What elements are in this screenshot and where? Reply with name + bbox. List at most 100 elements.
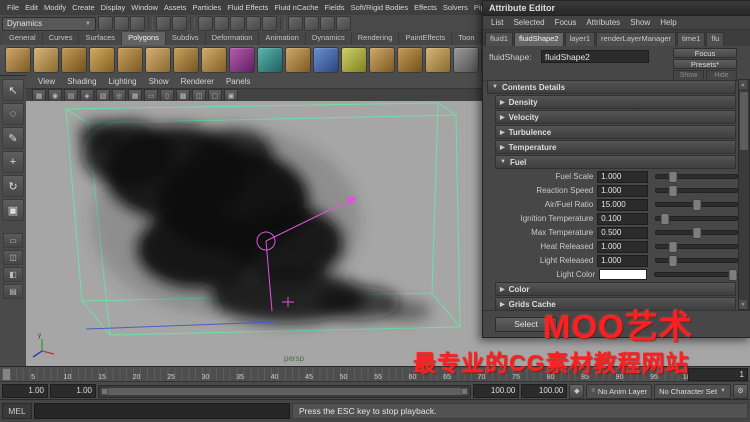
snap-to-view-planes-icon[interactable] <box>246 16 261 31</box>
shelf-item-1-icon[interactable] <box>5 47 31 73</box>
playback-end-field[interactable]: 100.00 <box>473 384 520 398</box>
air-fuel-ratio-slider[interactable] <box>655 199 738 211</box>
animation-end-field[interactable]: 100.00 <box>521 384 568 398</box>
menu-fluid-ncache[interactable]: Fluid nCache <box>271 3 321 12</box>
ae-menu-focus[interactable]: Focus <box>550 18 582 27</box>
viewport-menu-lighting[interactable]: Lighting <box>103 77 143 86</box>
slider-handle[interactable] <box>692 227 702 239</box>
section-grids-cache[interactable]: ▶ Grids Cache <box>495 297 736 310</box>
slider-handle[interactable] <box>668 185 678 197</box>
viewport-menu-panels[interactable]: Panels <box>220 77 256 86</box>
snap-to-points-icon[interactable] <box>230 16 245 31</box>
time-slider[interactable]: 5101520253035404550556065707580859095100… <box>0 366 750 382</box>
shelf-item-14-icon[interactable] <box>369 47 395 73</box>
menu-soft-rigid-bodies[interactable]: Soft/Rigid Bodies <box>348 3 412 12</box>
shelf-item-9-icon[interactable] <box>229 47 255 73</box>
fuel-scale-slider[interactable] <box>655 171 738 183</box>
heat-released-slider[interactable] <box>655 241 738 253</box>
ae-tab-layer1[interactable]: layer1 <box>564 32 595 46</box>
undo-icon[interactable] <box>156 16 171 31</box>
section-temperature[interactable]: ▶ Temperature <box>495 140 736 154</box>
light-released-slider[interactable] <box>655 255 738 267</box>
range-start-handle[interactable] <box>101 387 108 395</box>
shelf-item-13-icon[interactable] <box>341 47 367 73</box>
menu-fluid-effects[interactable]: Fluid Effects <box>224 3 271 12</box>
air-fuel-ratio-field[interactable]: 15.000 <box>597 198 649 211</box>
animation-start-field[interactable]: 1.00 <box>2 384 48 398</box>
viewport-menu-show[interactable]: Show <box>143 77 175 86</box>
slider-handle[interactable] <box>728 269 738 281</box>
select-tool-icon[interactable]: ↖ <box>2 79 24 101</box>
menu-fields[interactable]: Fields <box>322 3 348 12</box>
section-contents-details[interactable]: ▼ Contents Details <box>487 80 736 94</box>
redo-icon[interactable] <box>172 16 187 31</box>
snap-to-grids-icon[interactable] <box>198 16 213 31</box>
max-temperature-slider[interactable] <box>655 227 738 239</box>
select-button[interactable]: Select <box>495 316 557 332</box>
shelf-item-16-icon[interactable] <box>425 47 451 73</box>
shelf-item-5-icon[interactable] <box>117 47 143 73</box>
slider-handle[interactable] <box>668 255 678 267</box>
shelf-item-10-icon[interactable] <box>257 47 283 73</box>
ae-tab-flu[interactable]: flu <box>706 32 725 46</box>
move-tool-icon[interactable]: + <box>2 151 24 173</box>
snap-to-curves-icon[interactable] <box>214 16 229 31</box>
light-released-field[interactable]: 1.000 <box>597 254 649 267</box>
save-scene-icon[interactable] <box>130 16 145 31</box>
reaction-speed-field[interactable]: 1.000 <box>597 184 649 197</box>
shelf-tab-toon[interactable]: Toon <box>452 32 482 45</box>
shelf-item-11-icon[interactable] <box>285 47 311 73</box>
command-input[interactable] <box>34 403 290 419</box>
animation-preferences-icon[interactable]: ⚙ <box>733 383 748 399</box>
range-slider[interactable] <box>98 384 472 398</box>
ignition-temperature-slider[interactable] <box>655 213 738 225</box>
attribute-scroll-area[interactable]: ▼ Contents Details ▶ Density ▶ Velocity ▶ Turbu… <box>485 79 738 310</box>
render-view-icon[interactable] <box>288 16 303 31</box>
light-color-swatch[interactable] <box>599 269 647 280</box>
scale-tool-icon[interactable]: ▣ <box>2 199 24 221</box>
slider-handle[interactable] <box>692 199 702 211</box>
shelf-tab-general[interactable]: General <box>3 32 43 45</box>
shelf-tab-surfaces[interactable]: Surfaces <box>79 32 123 45</box>
current-time-field[interactable]: 1 <box>688 368 748 381</box>
menu-effects[interactable]: Effects <box>411 3 440 12</box>
ipr-render-icon[interactable] <box>320 16 335 31</box>
shelf-item-3-icon[interactable] <box>61 47 87 73</box>
shelf-tab-subdivs[interactable]: Subdivs <box>165 32 206 45</box>
command-language-toggle[interactable]: MEL <box>2 403 32 419</box>
slider-handle[interactable] <box>660 213 670 225</box>
ae-menu-attributes[interactable]: Attributes <box>581 18 625 27</box>
ae-menu-list[interactable]: List <box>486 18 508 27</box>
fuel-scale-field[interactable]: 1.000 <box>597 170 649 183</box>
playback-start-field[interactable]: 1.00 <box>50 384 96 398</box>
shelf-item-2-icon[interactable] <box>33 47 59 73</box>
menu-display[interactable]: Display <box>98 3 129 12</box>
slider-handle[interactable] <box>668 241 678 253</box>
section-fuel[interactable]: ▼ Fuel <box>495 155 736 169</box>
single-pane-layout-button[interactable]: ▭ <box>3 233 23 248</box>
shelf-item-6-icon[interactable] <box>145 47 171 73</box>
attribute-editor-scrollbar[interactable]: ▲ ▼ <box>738 79 750 310</box>
shelf-item-4-icon[interactable] <box>89 47 115 73</box>
character-set-selector[interactable]: No Character Set ▼ <box>654 383 731 399</box>
shelf-item-15-icon[interactable] <box>397 47 423 73</box>
presets-button[interactable]: Presets* <box>673 59 737 69</box>
shelf-tab-rendering[interactable]: Rendering <box>351 32 400 45</box>
timeline-ticks[interactable]: 5101520253035404550556065707580859095100 <box>2 368 694 381</box>
persp-outliner-layout-button[interactable]: ◧ <box>3 267 23 282</box>
shelf-item-8-icon[interactable] <box>201 47 227 73</box>
make-live-icon[interactable] <box>262 16 277 31</box>
menu-assets[interactable]: Assets <box>161 3 190 12</box>
viewport-menu-renderer[interactable]: Renderer <box>175 77 220 86</box>
shelf-tab-painteffects[interactable]: PaintEffects <box>399 32 453 45</box>
range-end-handle[interactable] <box>461 387 469 395</box>
render-settings-icon[interactable] <box>336 16 351 31</box>
lasso-tool-icon[interactable]: ◌ <box>2 103 24 125</box>
viewport-menu-shading[interactable]: Shading <box>61 77 102 86</box>
menu-create[interactable]: Create <box>69 3 98 12</box>
open-scene-icon[interactable] <box>114 16 129 31</box>
render-current-frame-icon[interactable] <box>304 16 319 31</box>
scrollbar-up-arrow-icon[interactable]: ▲ <box>739 80 747 89</box>
light-color-slider[interactable] <box>654 269 738 281</box>
new-scene-icon[interactable] <box>98 16 113 31</box>
